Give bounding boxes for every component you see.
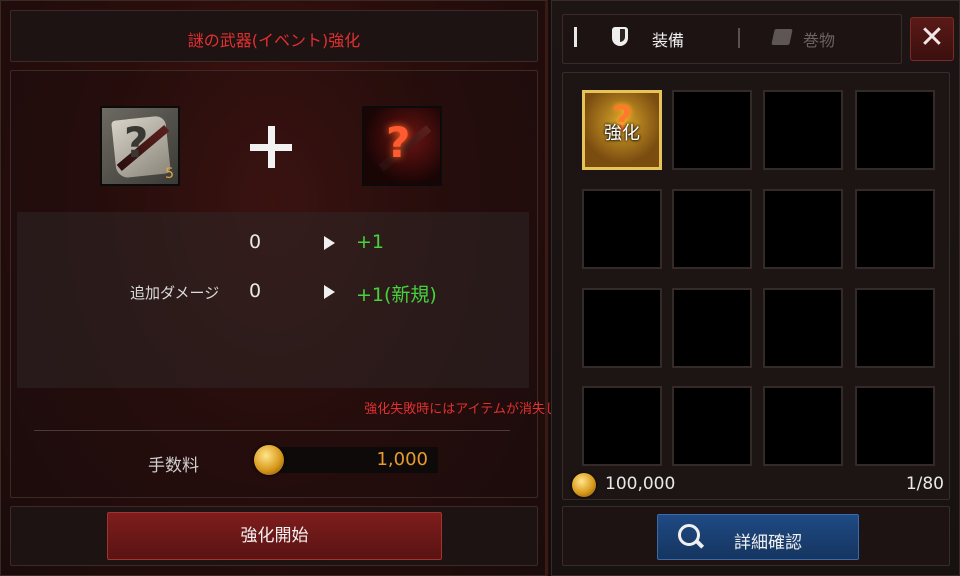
detail-check-button[interactable]: 詳細確認 [657,514,859,560]
inventory-slot[interactable] [763,90,843,170]
tab-equipment[interactable]: 装備 [652,27,684,51]
inventory-slot[interactable] [763,386,843,466]
stat-before-value: 0 [249,231,262,253]
question-mark-icon: ? [386,118,411,167]
inventory-item-label: 強化 [604,123,640,144]
inventory-slot[interactable] [855,288,935,368]
close-button[interactable]: ✕ [910,17,954,61]
inventory-slot[interactable] [855,386,935,466]
fee-label: 手数料 [148,456,199,476]
arrow-right-icon [324,285,335,299]
inventory-slot[interactable] [582,288,662,368]
question-mark-icon: ? [124,118,149,167]
arrow-right-icon [324,236,335,250]
start-enhance-button[interactable]: 強化開始 [107,512,442,560]
inventory-slot-selected[interactable]: ? 強化 [582,90,662,170]
inventory-slot[interactable] [672,90,752,170]
material-item-slot[interactable]: ? 5 [100,106,180,186]
inventory-slot[interactable] [763,189,843,269]
stat-before-value: 0 [249,280,262,302]
stats-box [17,212,529,388]
stat-label: 追加ダメージ [130,284,220,302]
stat-after-value: +1(新規) [356,284,437,306]
search-icon [678,524,700,546]
inventory-slot[interactable] [582,189,662,269]
inventory-slot[interactable] [672,386,752,466]
gold-coin-icon [572,473,596,497]
inventory-slot[interactable] [672,288,752,368]
inventory-slot[interactable] [672,189,752,269]
gold-amount: 100,000 [605,474,676,494]
gold-coin-icon [254,445,284,475]
plus-icon [250,126,294,170]
active-tab-marker [574,27,577,47]
divider [34,430,510,431]
inventory-slot[interactable] [855,90,935,170]
tab-scroll[interactable]: 巻物 [803,27,835,51]
inventory-slot[interactable] [855,189,935,269]
stat-after-value: +1 [356,231,385,253]
shield-icon [612,27,628,46]
detail-check-label: 詳細確認 [734,533,802,553]
material-count: 5 [165,166,174,182]
target-weapon-slot[interactable]: ? [362,106,442,186]
scroll-icon [771,29,793,45]
fee-value: 1,000 [376,449,428,470]
inventory-slot-count: 1/80 [905,474,944,494]
inventory-slot[interactable] [763,288,843,368]
fee-box: 1,000 [276,447,438,473]
inventory-slot[interactable] [582,386,662,466]
enhance-title-bar: 謎の武器(イベント)強化 [10,10,538,62]
tab-separator [738,28,740,48]
enhance-title: 謎の武器(イベント)強化 [187,31,361,50]
